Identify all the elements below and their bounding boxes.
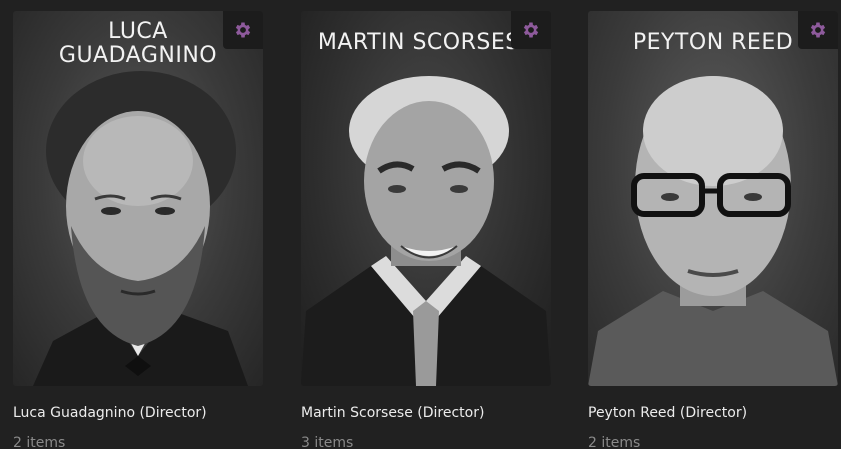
settings-button[interactable] xyxy=(511,11,551,49)
item-count: 3 items xyxy=(301,435,354,449)
collection-card[interactable]: LUCA GUADAGNINO Luca Guadagnino (Directo… xyxy=(13,11,263,449)
gear-icon xyxy=(810,22,826,38)
gear-icon xyxy=(523,22,539,38)
poster[interactable]: MARTIN SCORSESE xyxy=(301,11,551,386)
collection-card[interactable]: MARTIN SCORSESE Martin Scorsese (Directo… xyxy=(301,11,551,449)
collection-card[interactable]: PEYTON REED Peyton Reed (Director) 2 ite… xyxy=(588,11,838,449)
portrait-image xyxy=(588,76,838,386)
portrait-image xyxy=(301,76,551,386)
collection-grid: LUCA GUADAGNINO Luca Guadagnino (Directo… xyxy=(0,0,841,449)
item-count: 2 items xyxy=(13,435,66,449)
gear-icon xyxy=(235,22,251,38)
poster[interactable]: PEYTON REED xyxy=(588,11,838,386)
card-title[interactable]: Peyton Reed (Director) xyxy=(588,404,838,422)
poster[interactable]: LUCA GUADAGNINO xyxy=(13,11,263,386)
settings-button[interactable] xyxy=(223,11,263,49)
settings-button[interactable] xyxy=(798,11,838,49)
item-count: 2 items xyxy=(588,435,641,449)
card-title[interactable]: Martin Scorsese (Director) xyxy=(301,404,551,422)
card-title[interactable]: Luca Guadagnino (Director) xyxy=(13,404,263,422)
